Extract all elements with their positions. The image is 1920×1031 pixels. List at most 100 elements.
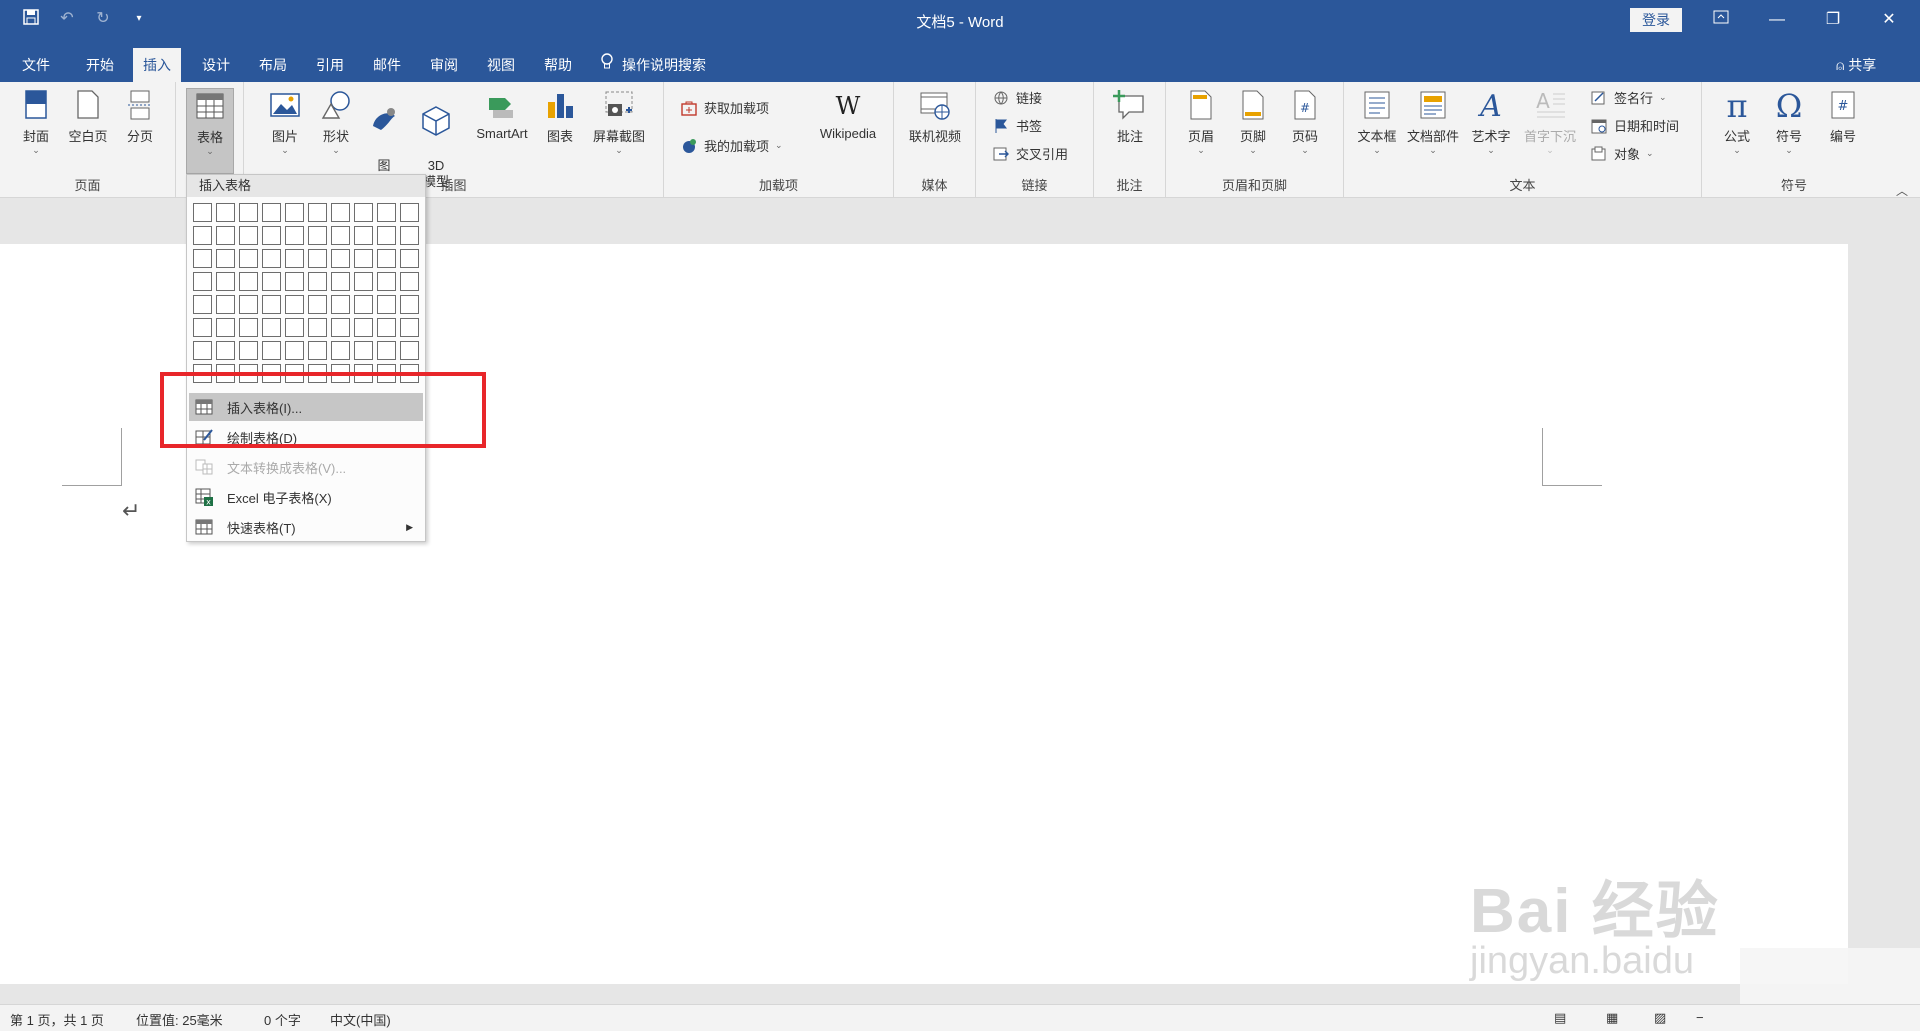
table-grid-cell[interactable] xyxy=(285,272,304,291)
read-mode-icon[interactable]: ▤ xyxy=(1554,1010,1566,1026)
symbol-button[interactable]: Ω 符号 ⌄ xyxy=(1766,88,1812,155)
table-button[interactable]: 表格 ⌄ xyxy=(186,88,234,174)
share-button[interactable]: ⍝ 共享 xyxy=(1836,48,1876,82)
table-grid-cell[interactable] xyxy=(193,203,212,222)
tab-help[interactable]: 帮助 xyxy=(534,48,582,82)
table-grid-cell[interactable] xyxy=(331,226,350,245)
footer-button[interactable]: 页脚 ⌄ xyxy=(1230,88,1276,155)
login-button[interactable]: 登录 xyxy=(1630,8,1682,32)
page-number-button[interactable]: # 页码 ⌄ xyxy=(1282,88,1328,155)
zoom-out-icon[interactable]: − xyxy=(1696,1010,1704,1025)
table-grid-cell[interactable] xyxy=(331,203,350,222)
table-grid-cell[interactable] xyxy=(239,272,258,291)
table-grid-cell[interactable] xyxy=(285,249,304,268)
date-time-button[interactable]: 日期和时间 xyxy=(1590,116,1679,135)
word-count[interactable]: 0 个字 xyxy=(264,1010,301,1029)
table-grid-cell[interactable] xyxy=(354,318,373,337)
tell-me-search[interactable]: 操作说明搜索 xyxy=(600,48,706,82)
blank-page-button[interactable]: 空白页 xyxy=(62,88,114,145)
table-grid-cell[interactable] xyxy=(262,226,281,245)
bookmark-button[interactable]: 书签 xyxy=(992,116,1042,135)
table-grid-cell[interactable] xyxy=(262,203,281,222)
table-grid-cell[interactable] xyxy=(400,226,419,245)
table-grid-cell[interactable] xyxy=(331,318,350,337)
table-grid-cell[interactable] xyxy=(262,272,281,291)
shapes-button[interactable]: 形状 ⌄ xyxy=(312,88,360,155)
table-grid-cell[interactable] xyxy=(377,318,396,337)
table-grid-cell[interactable] xyxy=(262,295,281,314)
table-grid-cell[interactable] xyxy=(354,295,373,314)
table-grid-cell[interactable] xyxy=(285,341,304,360)
table-grid-cell[interactable] xyxy=(331,341,350,360)
table-grid-cell[interactable] xyxy=(400,272,419,291)
table-grid-cell[interactable] xyxy=(308,341,327,360)
tab-view[interactable]: 视图 xyxy=(477,48,525,82)
table-grid-cell[interactable] xyxy=(239,249,258,268)
textbox-button[interactable]: 文本框 ⌄ xyxy=(1352,88,1402,155)
page-break-button[interactable]: 分页 xyxy=(116,88,164,145)
restore-icon[interactable]: ❐ xyxy=(1808,0,1858,40)
table-grid-cell[interactable] xyxy=(216,272,235,291)
table-grid-cell[interactable] xyxy=(400,341,419,360)
link-button[interactable]: 链接 xyxy=(992,88,1042,107)
quick-parts-button[interactable]: 文档部件 ⌄ xyxy=(1404,88,1462,155)
table-grid-cell[interactable] xyxy=(308,226,327,245)
tab-references[interactable]: 引用 xyxy=(306,48,354,82)
table-grid-cell[interactable] xyxy=(216,341,235,360)
dropcap-button[interactable]: A 首字下沉 ⌄ xyxy=(1520,88,1580,155)
table-grid-cell[interactable] xyxy=(193,295,212,314)
tab-mailings[interactable]: 邮件 xyxy=(363,48,411,82)
table-grid-cell[interactable] xyxy=(377,203,396,222)
my-addins-button[interactable]: 我的加载项 ⌄ xyxy=(680,136,783,155)
new-comment-button[interactable]: 批注 xyxy=(1106,88,1154,145)
table-grid-cell[interactable] xyxy=(216,226,235,245)
table-grid-cell[interactable] xyxy=(354,249,373,268)
chart-button[interactable]: 图表 xyxy=(540,88,580,145)
online-video-button[interactable]: 联机视频 xyxy=(900,88,970,145)
signature-line-button[interactable]: 签名行 ⌄ xyxy=(1590,88,1667,107)
table-grid-cell[interactable] xyxy=(239,226,258,245)
table-grid-cell[interactable] xyxy=(285,295,304,314)
object-button[interactable]: 对象 ⌄ xyxy=(1590,144,1654,163)
table-grid-cell[interactable] xyxy=(377,295,396,314)
table-grid-cell[interactable] xyxy=(331,249,350,268)
table-grid-cell[interactable] xyxy=(239,203,258,222)
table-grid-cell[interactable] xyxy=(262,318,281,337)
table-grid-cell[interactable] xyxy=(354,341,373,360)
tab-home[interactable]: 开始 xyxy=(76,48,124,82)
table-grid-cell[interactable] xyxy=(354,203,373,222)
cross-reference-button[interactable]: 交叉引用 xyxy=(992,144,1068,163)
smartart-button[interactable]: SmartArt xyxy=(466,88,538,141)
minimize-icon[interactable]: — xyxy=(1752,0,1802,40)
table-grid-cell[interactable] xyxy=(193,272,212,291)
table-grid-cell[interactable] xyxy=(308,249,327,268)
tab-layout[interactable]: 布局 xyxy=(249,48,297,82)
table-grid-cell[interactable] xyxy=(331,295,350,314)
vertical-position[interactable]: 位置值: 25毫米 xyxy=(136,1010,223,1029)
table-grid-cell[interactable] xyxy=(193,318,212,337)
picture-button[interactable]: 图片 ⌄ xyxy=(262,88,308,155)
table-grid-cell[interactable] xyxy=(216,295,235,314)
table-grid-cell[interactable] xyxy=(193,341,212,360)
table-grid-cell[interactable] xyxy=(377,341,396,360)
table-grid-cell[interactable] xyxy=(308,272,327,291)
table-grid-cell[interactable] xyxy=(400,295,419,314)
table-grid-cell[interactable] xyxy=(285,318,304,337)
tab-file[interactable]: 文件 xyxy=(12,48,60,82)
page-count[interactable]: 第 1 页，共 1 页 xyxy=(10,1010,104,1029)
table-grid-cell[interactable] xyxy=(308,203,327,222)
language-status[interactable]: 中文(中国) xyxy=(330,1010,391,1029)
tab-review[interactable]: 审阅 xyxy=(420,48,468,82)
table-grid-cell[interactable] xyxy=(262,249,281,268)
excel-spreadsheet-item[interactable]: x Excel 电子表格(X) xyxy=(189,483,423,511)
table-grid-cell[interactable] xyxy=(377,226,396,245)
table-grid-cell[interactable] xyxy=(239,318,258,337)
table-grid-cell[interactable] xyxy=(400,249,419,268)
quick-tables-item[interactable]: 快速表格(T) ▶ xyxy=(189,513,423,541)
table-grid-cell[interactable] xyxy=(239,295,258,314)
table-grid-cell[interactable] xyxy=(308,295,327,314)
table-grid-cell[interactable] xyxy=(285,203,304,222)
get-addins-button[interactable]: 获取加载项 xyxy=(680,98,769,117)
wikipedia-button[interactable]: W Wikipedia xyxy=(808,88,888,141)
table-grid-cell[interactable] xyxy=(216,249,235,268)
